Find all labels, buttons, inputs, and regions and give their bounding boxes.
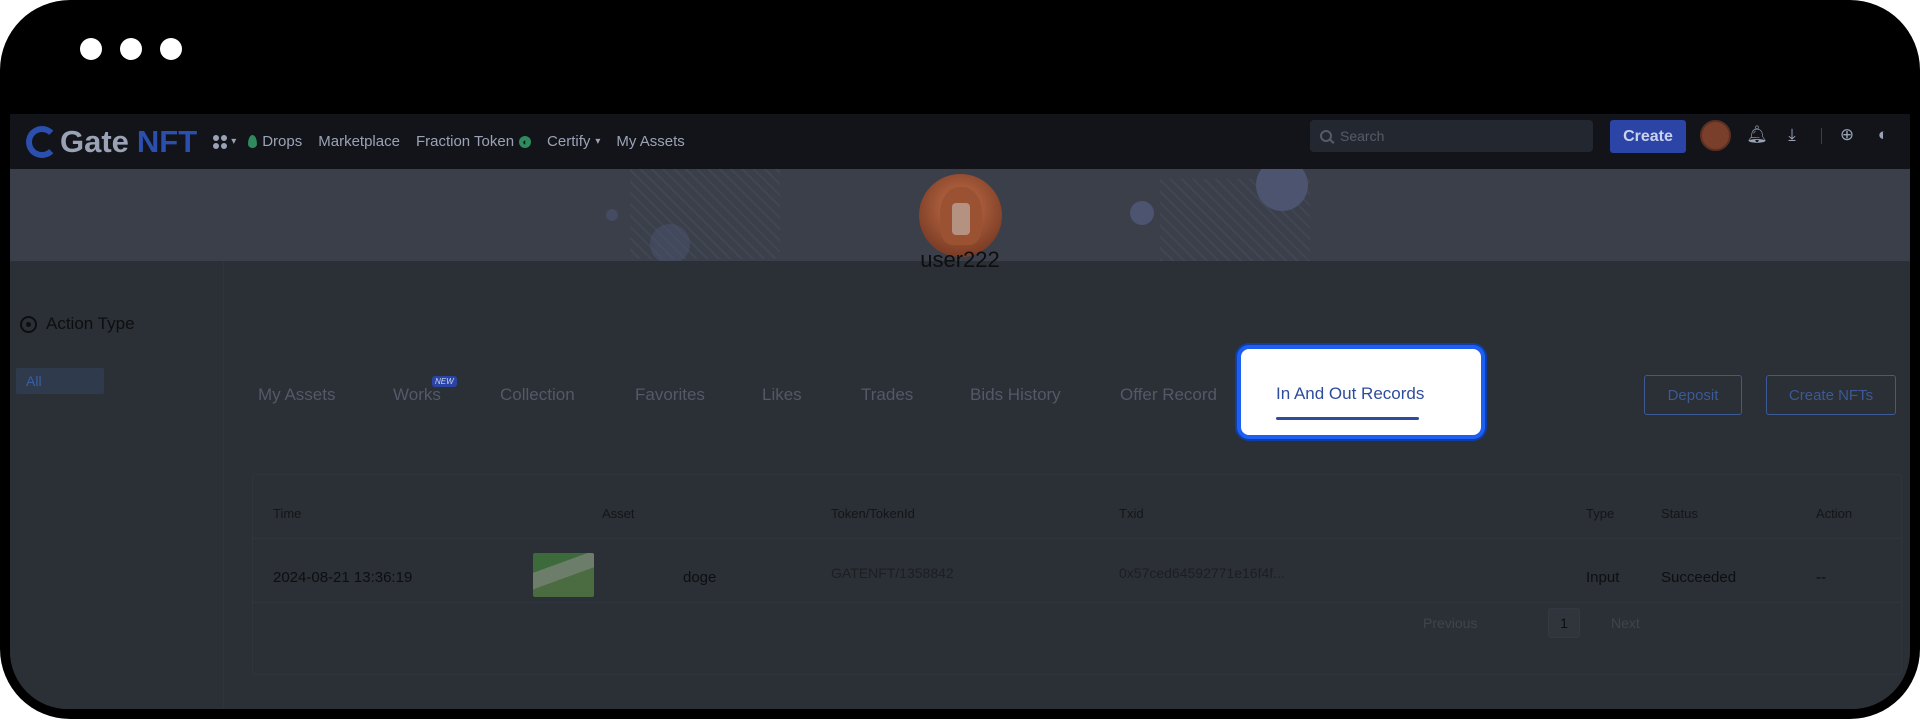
cell-asset[interactable]: doge [683,569,716,586]
target-icon [20,315,37,333]
cell-time: 2024-08-21 13:36:19 [273,569,413,586]
gate-logo-icon [26,125,58,158]
filter-chip-all[interactable]: All [16,368,104,394]
fraction-token-badge-icon: ◐ [519,135,532,148]
theme-toggle-icon[interactable]: ◐ [1872,124,1894,146]
cell-status: Succeeded [1661,569,1737,586]
cell-token[interactable]: GATENFT/1358842 [831,565,954,581]
banner-bubble [650,224,690,261]
active-tab-indicator [1276,417,1419,420]
profile-username: user222 [920,247,1000,272]
tab-in-and-out-records[interactable]: In And Out Records [1276,384,1424,404]
top-nav: Gate NFT ▾ Drops Marketplace Fraction To… [10,114,1910,169]
tab-works[interactable]: Works [393,385,441,405]
column-header-token: Token/TokenId [831,506,915,521]
apps-menu-button[interactable]: ▾ [213,134,237,149]
window-dot-2[interactable] [120,38,142,60]
search-input[interactable]: Search [1310,120,1593,152]
tab-my-assets[interactable]: My Assets [258,385,335,405]
nav-link-marketplace[interactable]: Marketplace [318,133,400,150]
cell-txid[interactable]: 0x57ced64592771e16f4f... [1119,565,1285,581]
nav-link-label: My Assets [616,133,685,150]
column-header-time: Time [273,506,302,521]
nav-link-label: Fraction Token [415,133,515,150]
banner-bubble [606,209,618,221]
column-header-txid: Txid [1119,506,1144,521]
nav-link-certify[interactable]: Certify ▾ [547,133,600,150]
tab-offer-record[interactable]: Offer Record [1120,385,1217,405]
table-header: Time Asset Token/TokenId Txid Type Statu… [253,475,1901,539]
tab-likes[interactable]: Likes [762,385,802,405]
create-button[interactable]: Create [1610,120,1686,153]
nav-link-drops[interactable]: Drops [248,133,302,150]
nav-link-label: Certify [547,133,591,150]
nav-divider [1821,128,1822,144]
bear-avatar-image [939,186,982,245]
bell-icon[interactable]: 🔔︎ [1746,124,1768,146]
column-header-asset: Asset [602,506,635,521]
pagination-next[interactable]: Next [1611,615,1640,631]
download-icon[interactable]: ⤓ [1781,124,1803,146]
cell-type: Input [1586,569,1620,586]
nav-link-label: Drops [262,133,303,150]
user-avatar[interactable] [1700,120,1731,151]
app-screen: Gate NFT ▾ Drops Marketplace Fraction To… [10,114,1910,709]
filter-sidebar: Action Type All [10,261,224,709]
apps-grid-icon [213,134,228,149]
window-dot-3[interactable] [160,38,182,60]
banner-bubble [1130,201,1154,225]
records-table: Time Asset Token/TokenId Txid Type Statu… [252,474,1902,675]
nav-links: Drops Marketplace Fraction Token ◐ Certi… [248,133,685,150]
chevron-down-icon: ▾ [231,136,237,147]
nav-link-my-assets[interactable]: My Assets [616,133,684,150]
logo-text-nft: NFT [136,123,198,159]
device-frame: Gate NFT ▾ Drops Marketplace Fraction To… [0,0,1920,719]
chevron-down-icon: ▾ [595,136,601,147]
tab-collection[interactable]: Collection [500,385,575,405]
asset-thumbnail[interactable] [533,553,594,597]
column-header-type: Type [1586,506,1615,521]
gate-nft-logo[interactable]: Gate NFT [26,124,197,160]
nav-link-label: Marketplace [318,133,400,150]
new-badge: NEW [432,376,457,387]
deposit-button[interactable]: Deposit [1644,375,1742,415]
window-dot-1[interactable] [80,38,102,60]
globe-icon[interactable]: ⊕ [1836,124,1858,146]
table-row[interactable]: 2024-08-21 13:36:19 doge GATENFT/1358842… [253,539,1901,603]
window-controls [80,38,182,60]
search-placeholder: Search [1340,128,1385,144]
tab-bids-history[interactable]: Bids History [970,385,1061,405]
pagination-previous[interactable]: Previous [1423,615,1477,631]
tab-trades[interactable]: Trades [861,385,913,405]
logo-text-gate: Gate [60,123,129,159]
drops-leaf-icon [248,135,258,148]
tab-favorites[interactable]: Favorites [635,385,705,405]
cell-action: -- [1816,569,1826,586]
pagination-page[interactable]: 1 [1548,608,1580,638]
column-header-action: Action [1816,506,1853,521]
nav-link-fraction-token[interactable]: Fraction Token ◐ [415,133,532,150]
action-type-label: Action Type [46,314,135,333]
column-header-status: Status [1661,506,1698,521]
action-type-heading: Action Type [20,314,135,334]
create-nfts-button[interactable]: Create NFTs [1766,375,1896,415]
search-icon [1320,130,1332,142]
